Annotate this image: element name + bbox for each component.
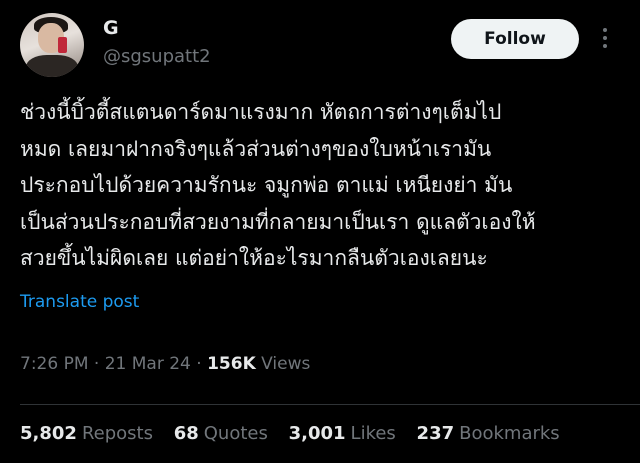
- post-text: ช่วงนี้บิ้วตี้สแตนดาร์ดมาแรงมาก หัตถการต…: [20, 94, 632, 277]
- reposts-stat[interactable]: 5,802 Reposts: [20, 423, 159, 444]
- divider: [20, 404, 640, 405]
- author-name[interactable]: G: [103, 17, 119, 39]
- quotes-stat[interactable]: 68 Quotes: [174, 423, 274, 444]
- post-time[interactable]: 7:26 PM: [20, 354, 89, 374]
- post-text-line: ช่วงนี้บิ้วตี้สแตนดาร์ดมาแรงมาก หัตถการต…: [20, 100, 502, 124]
- meta-separator: ·: [93, 354, 105, 374]
- bookmarks-count: 237: [416, 423, 455, 444]
- reposts-label: Reposts: [81, 423, 153, 444]
- avatar-phone: [58, 37, 67, 53]
- avatar-shirt: [26, 55, 78, 77]
- views-count: 156K: [207, 354, 256, 374]
- likes-count: 3,001: [288, 423, 346, 444]
- likes-label: Likes: [350, 423, 396, 444]
- engagement-stats: 5,802 Reposts 68 Quotes 3,001 Likes 237 Book…: [20, 423, 575, 444]
- quotes-count: 68: [173, 423, 199, 444]
- author-avatar[interactable]: [20, 13, 84, 77]
- likes-stat[interactable]: 3,001 Likes: [289, 423, 402, 444]
- post-text-line: สวยขึ้นไม่ผิดเลย แต่อย่าให้อะไรมากลืนตัว…: [20, 246, 488, 270]
- quotes-label: Quotes: [203, 423, 268, 444]
- meta-separator: ·: [196, 354, 208, 374]
- post-text-line: ประกอบไปด้วยความรักนะ จมูกพ่อ ตาแม่ เหนี…: [20, 173, 513, 197]
- post-date[interactable]: 21 Mar 24: [105, 354, 191, 374]
- translate-post-link[interactable]: Translate post: [20, 292, 139, 312]
- bookmarks-stat[interactable]: 237 Bookmarks: [417, 423, 560, 444]
- post-meta: 7:26 PM · 21 Mar 24 · 156K Views: [20, 354, 310, 374]
- post-text-line: หมด เลยมาฝากจริงๆแล้วส่วนต่างๆของใบหน้าเ…: [20, 136, 492, 161]
- more-options-icon[interactable]: [602, 28, 608, 52]
- views-label: Views: [261, 354, 311, 374]
- bookmarks-label: Bookmarks: [459, 423, 560, 444]
- reposts-count: 5,802: [20, 423, 77, 444]
- follow-button[interactable]: Follow: [451, 19, 579, 59]
- post-text-line: เป็นส่วนประกอบที่สวยงามที่กลายมาเป็นเรา …: [20, 209, 536, 234]
- author-handle[interactable]: @sgsupatt2: [103, 46, 211, 67]
